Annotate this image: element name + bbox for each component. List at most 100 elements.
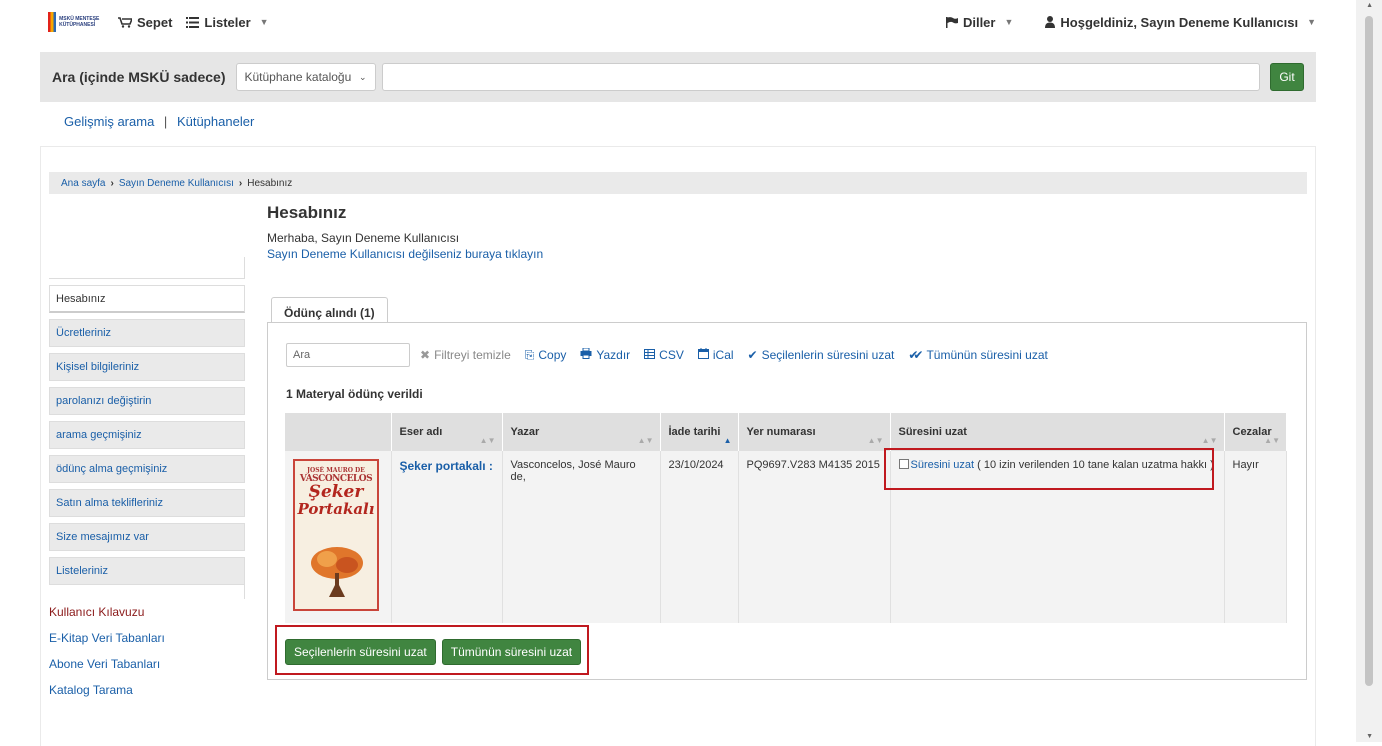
user-menu-dropdown[interactable]: Hoşgeldiniz, Sayın Deneme Kullanıcısı ▼ bbox=[1045, 15, 1316, 30]
main-container: Ana sayfa › Sayın Deneme Kullanıcısı › H… bbox=[40, 146, 1316, 746]
renew-all-toolbar-label: Tümünün süresini uzat bbox=[926, 348, 1048, 362]
table-filter-input[interactable]: Ara bbox=[286, 343, 410, 367]
search-scope-value: Kütüphane kataloğu bbox=[244, 70, 352, 84]
library-logo[interactable]: MSKÜ MENTEŞE KÜTÜPHANESİ bbox=[48, 11, 104, 33]
ical-label: iCal bbox=[712, 348, 734, 362]
renew-selected-toolbar-button[interactable]: ✔ Seçilenlerin süresini uzat bbox=[748, 348, 895, 362]
cart-link[interactable]: Sepet bbox=[118, 15, 172, 30]
libraries-link[interactable]: Kütüphaneler bbox=[177, 114, 254, 129]
user-icon bbox=[1045, 16, 1056, 28]
cover-title-line1: Şeker bbox=[308, 482, 364, 502]
page-scrollbar[interactable]: ▲ ▼ bbox=[1356, 0, 1382, 742]
chevron-down-icon: ▼ bbox=[1307, 17, 1316, 27]
checkouts-table: Eser adı ▲▼ Yazar ▲▼ İade tarihi ▲ Yer numa… bbox=[285, 413, 1287, 623]
sidebar-item-fees[interactable]: Ücretleriniz bbox=[49, 319, 245, 347]
sidebar-item-account[interactable]: Hesabınız bbox=[49, 285, 245, 313]
sidebar-item-personal-info[interactable]: Kişisel bilgileriniz bbox=[49, 353, 245, 381]
flag-icon bbox=[945, 16, 958, 28]
table-header-row: Eser adı ▲▼ Yazar ▲▼ İade tarihi ▲ Yer numa… bbox=[285, 413, 1287, 451]
print-label: Yazdır bbox=[596, 348, 631, 362]
header-due-date-label: İade tarihi bbox=[668, 426, 721, 438]
top-navbar: MSKÜ MENTEŞE KÜTÜPHANESİ Sepet Listeler … bbox=[0, 0, 1356, 44]
table-icon bbox=[644, 348, 656, 362]
languages-label: Diller bbox=[962, 14, 996, 30]
search-input[interactable] bbox=[381, 63, 1260, 91]
account-content: Hesabınız Merhaba, Sayın Deneme Kullanıc… bbox=[267, 203, 1307, 680]
highlight-box-renew-buttons bbox=[275, 625, 589, 675]
csv-button[interactable]: CSV bbox=[644, 348, 684, 362]
call-number-cell: PQ9697.V283 M4135 2015 bbox=[738, 451, 891, 623]
sidebar-item-purchase-suggestions[interactable]: Satın alma teklifleriniz bbox=[49, 489, 245, 517]
renew-all-toolbar-button[interactable]: ✔✔ Tümünün süresini uzat bbox=[908, 348, 1048, 362]
sidebar-item-messages[interactable]: Size mesajımız var bbox=[49, 523, 245, 551]
header-due-date[interactable]: İade tarihi ▲ bbox=[660, 413, 739, 451]
copy-label: Copy bbox=[538, 348, 567, 362]
ebook-databases-link[interactable]: E-Kitap Veri Tabanları bbox=[49, 631, 165, 645]
chevron-right-icon: › bbox=[110, 177, 114, 189]
renew-selected-toolbar-label: Seçilenlerin süresini uzat bbox=[761, 348, 895, 362]
ical-button[interactable]: iCal bbox=[697, 348, 734, 362]
due-date-cell: 23/10/2024 bbox=[660, 451, 739, 623]
header-renew-label: Süresini uzat bbox=[898, 426, 967, 438]
sort-icon: ▲▼ bbox=[867, 436, 884, 445]
breadcrumb-user[interactable]: Sayın Deneme Kullanıcısı bbox=[119, 178, 234, 189]
cover-title-line2: Portakalı bbox=[297, 500, 375, 518]
subsearch-links: Gelişmiş arama | Kütüphaneler bbox=[64, 114, 254, 129]
chevron-down-icon: ⌄ bbox=[358, 71, 367, 82]
lists-dropdown[interactable]: Listeler ▼ bbox=[186, 15, 269, 30]
sidebar-item-checkout-history[interactable]: ödünç alma geçmişiniz bbox=[49, 455, 245, 483]
chevron-right-icon: › bbox=[238, 177, 243, 189]
print-button[interactable]: Yazdır bbox=[580, 347, 631, 362]
sort-icon: ▲▼ bbox=[479, 436, 496, 445]
subscribed-databases-link[interactable]: Abone Veri Tabanları bbox=[49, 657, 165, 671]
scroll-down-icon[interactable]: ▼ bbox=[1366, 733, 1373, 740]
sort-asc-icon: ▲ bbox=[723, 436, 732, 445]
header-fines[interactable]: Cezalar ▲▼ bbox=[1224, 413, 1287, 451]
header-author-label: Yazar bbox=[510, 426, 540, 438]
sort-icon: ▲▼ bbox=[1264, 436, 1280, 445]
cover-author-line: JOSÉ MAURO DE bbox=[307, 467, 365, 474]
breadcrumb-current: Hesabınız bbox=[247, 177, 293, 189]
search-go-button[interactable]: Git bbox=[1270, 63, 1304, 91]
sidebar-extra-links: Kullanıcı Kılavuzu E-Kitap Veri Tabanlar… bbox=[49, 605, 165, 709]
search-label: Ara (içinde MSKÜ sadece) bbox=[52, 69, 226, 85]
page-title: Hesabınız bbox=[267, 203, 347, 222]
book-cover-image[interactable]: JOSÉ MAURO DE VASCONCELOS Şeker Portakal… bbox=[293, 459, 379, 611]
scroll-up-icon[interactable]: ▲ bbox=[1366, 2, 1373, 9]
chevron-down-icon: ▼ bbox=[1004, 17, 1014, 27]
languages-dropdown[interactable]: Diller ▼ bbox=[945, 14, 1014, 30]
sidebar-item-search-history[interactable]: arama geçmişiniz bbox=[49, 421, 245, 449]
clear-filter-label: Filtreyi temizle bbox=[434, 348, 511, 362]
clear-filter-button[interactable]: ✖ Filtreyi temizle bbox=[420, 348, 511, 362]
header-call-number-label: Yer numarası bbox=[746, 426, 816, 438]
sidebar-item-lists[interactable]: Listeleriniz bbox=[49, 557, 245, 585]
header-renew[interactable]: Süresini uzat ▲▼ bbox=[890, 413, 1225, 451]
chevron-down-icon: ▼ bbox=[259, 17, 269, 27]
user-guide-link[interactable]: Kullanıcı Kılavuzu bbox=[49, 605, 165, 619]
copy-button[interactable]: ⎘ Copy bbox=[525, 348, 567, 363]
csv-label: CSV bbox=[659, 348, 684, 362]
check-icon: ✔ bbox=[747, 348, 758, 362]
header-call-number[interactable]: Yer numarası ▲▼ bbox=[738, 413, 891, 451]
items-count-label: 1 Materyal ödünç verildi bbox=[286, 387, 423, 401]
header-title[interactable]: Eser adı ▲▼ bbox=[391, 413, 503, 451]
advanced-search-link[interactable]: Gelişmiş arama bbox=[64, 114, 154, 129]
breadcrumb-home[interactable]: Ana sayfa bbox=[61, 178, 105, 189]
not-you-link[interactable]: Sayın Deneme Kullanıcısı değilseniz bura… bbox=[267, 247, 1307, 261]
scrollbar-thumb[interactable] bbox=[1365, 16, 1373, 686]
cover-tree-illustration bbox=[311, 547, 363, 597]
welcome-label: Hoşgeldiniz, Sayın Deneme Kullanıcısı bbox=[1060, 14, 1299, 30]
fines-cell: Hayır bbox=[1224, 451, 1287, 623]
account-sidebar: Hesabınız Ücretleriniz Kişisel bilgileri… bbox=[49, 257, 245, 599]
item-title-link[interactable]: Şeker portakalı : bbox=[400, 459, 493, 473]
author-cell: Vasconcelos, José Mauro de, bbox=[502, 451, 661, 623]
search-bar: Ara (içinde MSKÜ sadece) Kütüphane katal… bbox=[40, 52, 1316, 102]
sort-icon: ▲▼ bbox=[1201, 436, 1218, 445]
sidebar-item-change-password[interactable]: parolanızı değiştirin bbox=[49, 387, 245, 415]
catalog-browse-link[interactable]: Katalog Tarama bbox=[49, 683, 165, 697]
double-check-icon: ✔✔ bbox=[908, 348, 923, 362]
search-scope-select[interactable]: Kütüphane kataloğu ⌄ bbox=[235, 63, 376, 91]
greeting-text: Merhaba, Sayın Deneme Kullanıcısı bbox=[267, 231, 460, 245]
header-author[interactable]: Yazar ▲▼ bbox=[502, 413, 661, 451]
logo-book-icon bbox=[48, 12, 57, 32]
